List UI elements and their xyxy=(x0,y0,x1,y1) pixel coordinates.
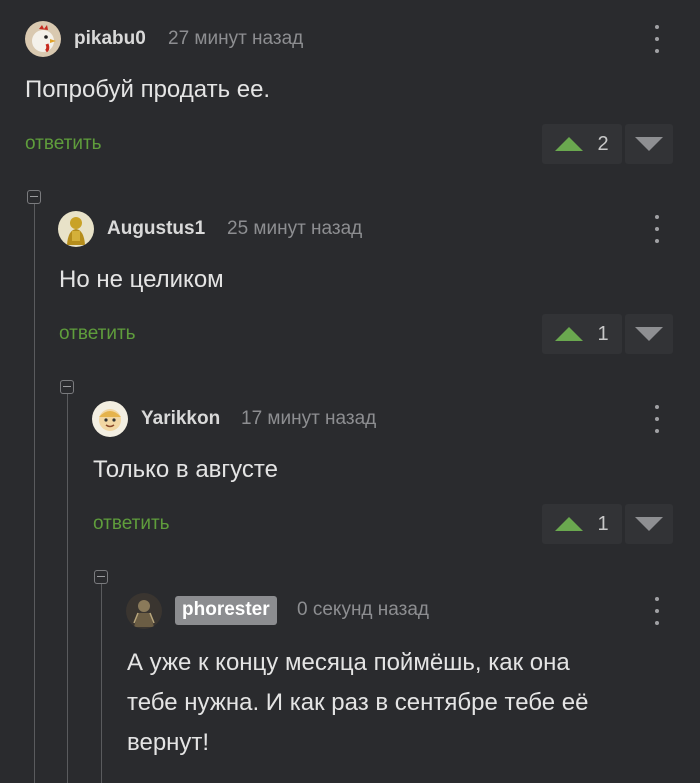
comment-text-line: А уже к концу месяца поймёшь, как она xyxy=(127,649,570,676)
rooster-avatar-icon[interactable] xyxy=(25,21,61,57)
comment-text-line: тебе нужна. И как раз в сентябре тебе её xyxy=(127,689,589,716)
username[interactable]: pikabu0 xyxy=(74,28,146,50)
username[interactable]: Augustus1 xyxy=(107,218,205,240)
comment-time: 25 минут назад xyxy=(227,218,363,239)
comment: Augustus1 25 минут назад Но не целиком о… xyxy=(0,190,700,380)
upvote-icon xyxy=(555,327,584,341)
reply-link[interactable]: ответить xyxy=(25,133,102,155)
more-options-icon[interactable] xyxy=(654,597,660,625)
comment-text-line: вернут! xyxy=(127,729,210,756)
comment-time: 17 минут назад xyxy=(241,408,377,429)
username[interactable]: Yarikkon xyxy=(141,408,220,430)
upvote-button[interactable]: 1 xyxy=(542,504,622,544)
comment: Yarikkon 17 минут назад Только в августе… xyxy=(0,380,700,570)
downvote-button[interactable] xyxy=(625,124,673,164)
rating-count: 1 xyxy=(597,512,609,535)
upvote-icon xyxy=(555,137,584,151)
more-options-icon[interactable] xyxy=(654,25,660,53)
rating-count: 2 xyxy=(597,132,609,155)
upvote-button[interactable]: 2 xyxy=(542,124,622,164)
comment-time: 0 секунд назад xyxy=(297,599,430,620)
username[interactable]: phorester xyxy=(175,596,277,625)
upvote-icon xyxy=(555,517,584,531)
rating-widget: 1 xyxy=(542,504,673,544)
comment-time: 27 минут назад xyxy=(168,28,304,49)
more-options-icon[interactable] xyxy=(654,215,660,243)
robot-avatar-icon[interactable] xyxy=(126,593,162,629)
downvote-icon xyxy=(635,327,663,341)
comment-text: Только в августе xyxy=(93,456,278,483)
comment-text: Попробуй продать ее. xyxy=(25,76,271,103)
reply-link[interactable]: ответить xyxy=(93,513,170,535)
rating-count: 1 xyxy=(597,322,609,345)
rating-widget: 2 xyxy=(542,124,673,164)
more-options-icon[interactable] xyxy=(654,405,660,433)
rating-widget: 1 xyxy=(542,314,673,354)
downvote-button[interactable] xyxy=(625,314,673,354)
comment: phorester 0 секунд назад А уже к концу м… xyxy=(0,570,700,783)
comment-text: Но не целиком xyxy=(59,266,224,293)
comment: pikabu0 27 минут назад Попробуй продать … xyxy=(0,0,700,190)
cartoon-avatar-icon[interactable] xyxy=(92,401,128,437)
downvote-icon xyxy=(635,517,663,531)
upvote-button[interactable]: 1 xyxy=(542,314,622,354)
reply-link[interactable]: ответить xyxy=(59,323,136,345)
downvote-button[interactable] xyxy=(625,504,673,544)
comment-text: А уже к концу месяца поймёшь, как она те… xyxy=(127,643,588,763)
downvote-icon xyxy=(635,137,663,151)
figure-avatar-icon[interactable] xyxy=(58,211,94,247)
